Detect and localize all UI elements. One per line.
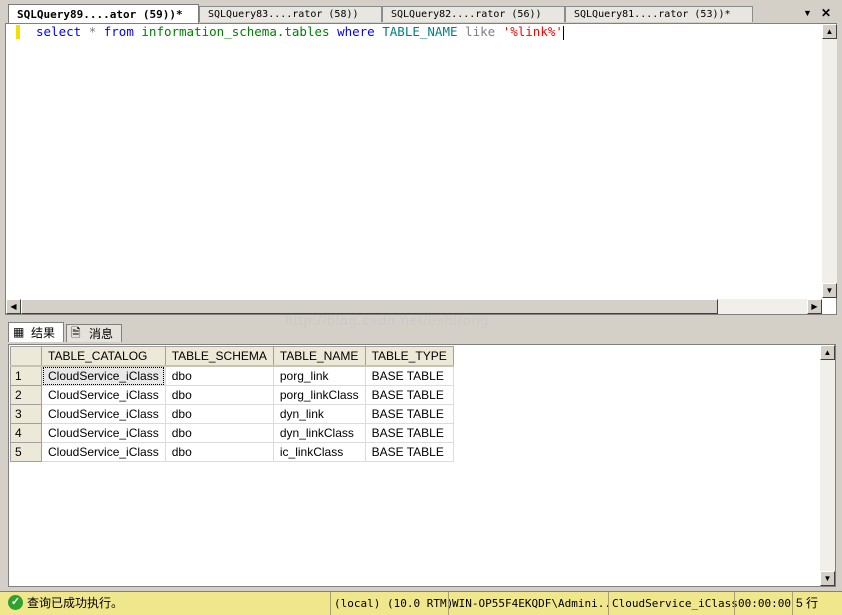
tab-sqlquery89[interactable]: SQLQuery89....ator (59))* (8, 4, 199, 24)
cell-type[interactable]: BASE TABLE (364, 365, 454, 386)
cell-type[interactable]: BASE TABLE (364, 404, 454, 424)
status-bar: 查询已成功执行。 (local) (10.0 RTM) WIN-OP55F4EK… (0, 591, 842, 615)
cell-type[interactable]: BASE TABLE (364, 442, 454, 462)
sql-pattern: '%link%' (502, 24, 563, 39)
cell-schema[interactable]: dbo (164, 442, 274, 462)
scroll-down-icon[interactable]: ▼ (822, 283, 837, 298)
tab-sqlquery82[interactable]: SQLQuery82....rator (56)) (382, 6, 565, 22)
tab-messages[interactable]: 🗎 消息 (66, 324, 122, 342)
results-vertical-scrollbar[interactable]: ▲ ▼ (820, 345, 835, 586)
row-number[interactable]: 3 (10, 404, 42, 424)
cell-catalog[interactable]: CloudService_iClass (41, 442, 166, 462)
status-elapsed-time: 00:00:00 (734, 592, 792, 615)
cell-name[interactable]: porg_link (272, 365, 366, 386)
query-editor[interactable] (5, 23, 837, 315)
cell-schema[interactable]: dbo (164, 404, 274, 424)
col-table-type[interactable]: TABLE_TYPE (364, 346, 454, 367)
table-row[interactable]: 5 CloudService_iClass dbo ic_linkClass B… (10, 442, 454, 462)
kw-where: where (337, 24, 375, 39)
col-table-catalog[interactable]: TABLE_CATALOG (41, 346, 166, 367)
tab-sqlquery81[interactable]: SQLQuery81....rator (53))* (565, 6, 753, 22)
cell-schema[interactable]: dbo (164, 423, 274, 443)
changed-line-marker (16, 25, 20, 39)
tab-messages-label: 消息 (89, 327, 114, 341)
row-number[interactable]: 4 (10, 423, 42, 443)
check-icon: ✓ (8, 595, 23, 610)
status-database: CloudService_iClass (608, 592, 738, 615)
row-number[interactable]: 5 (10, 442, 42, 462)
cell-schema[interactable]: dbo (164, 365, 274, 386)
cell-type[interactable]: BASE TABLE (364, 385, 454, 405)
tab-results[interactable]: ▦ 结果 (8, 322, 64, 342)
cell-type[interactable]: BASE TABLE (364, 423, 454, 443)
scroll-right-icon[interactable]: ▶ (807, 299, 822, 314)
table-row[interactable]: 2 CloudService_iClass dbo porg_linkClass… (10, 385, 454, 405)
status-row-count: 5 行 (792, 592, 842, 615)
cell-name[interactable]: porg_linkClass (272, 385, 366, 405)
cell-schema[interactable]: dbo (164, 385, 274, 405)
cell-catalog[interactable]: CloudService_iClass (41, 365, 166, 386)
results-scroll-down-icon[interactable]: ▼ (820, 571, 835, 586)
status-server: (local) (10.0 RTM) (330, 592, 453, 615)
document-tab-strip: SQLQuery89....ator (59))* SQLQuery83....… (0, 0, 842, 24)
tab-sqlquery83[interactable]: SQLQuery83....rator (58)) (199, 6, 382, 22)
table-row[interactable]: 4 CloudService_iClass dbo dyn_linkClass … (10, 423, 454, 443)
kw-like: like (465, 24, 496, 39)
status-user: WIN-OP55F4EKQDF\Admini... (448, 592, 608, 615)
row-number[interactable]: 1 (10, 365, 42, 386)
status-message: 查询已成功执行。 (27, 596, 124, 610)
close-tab-icon[interactable]: ✕ (821, 6, 831, 20)
sql-table: information_schema.tables (141, 24, 330, 39)
cell-name[interactable]: dyn_link (272, 404, 366, 424)
results-grid: TABLE_CATALOG TABLE_SCHEMA TABLE_NAME TA… (10, 346, 454, 462)
sql-column: TABLE_NAME (382, 24, 458, 39)
editor-vertical-scrollbar[interactable]: ▲ ▼ (822, 24, 837, 298)
kw-select: select (36, 24, 82, 39)
watermark: http://blog.csdn.net/lishirong (285, 312, 490, 328)
results-scroll-up-icon[interactable]: ▲ (820, 345, 835, 360)
sql-text[interactable]: select * from information_schema.tables … (36, 24, 564, 40)
kw-from: from (103, 24, 134, 39)
cell-catalog[interactable]: CloudService_iClass (41, 423, 166, 443)
col-table-name[interactable]: TABLE_NAME (272, 346, 366, 367)
cell-name[interactable]: dyn_linkClass (272, 423, 366, 443)
table-row[interactable]: 1 CloudService_iClass dbo porg_link BASE… (10, 365, 454, 386)
scroll-left-icon[interactable]: ◀ (6, 299, 21, 314)
tab-list-dropdown-icon[interactable]: ▼ (803, 6, 812, 20)
col-table-schema[interactable]: TABLE_SCHEMA (164, 346, 274, 367)
cell-catalog[interactable]: CloudService_iClass (41, 404, 166, 424)
grid-icon: ▦ (13, 325, 25, 339)
tab-results-label: 结果 (31, 326, 56, 340)
grid-corner[interactable] (10, 346, 42, 367)
row-number[interactable]: 2 (10, 385, 42, 405)
cell-name[interactable]: ic_linkClass (272, 442, 366, 462)
message-icon: 🗎 (71, 326, 81, 340)
scroll-up-icon[interactable]: ▲ (822, 24, 837, 39)
text-caret (562, 25, 564, 40)
sql-star: * (88, 24, 97, 39)
table-row[interactable]: 3 CloudService_iClass dbo dyn_link BASE … (10, 404, 454, 424)
cell-catalog[interactable]: CloudService_iClass (41, 385, 166, 405)
